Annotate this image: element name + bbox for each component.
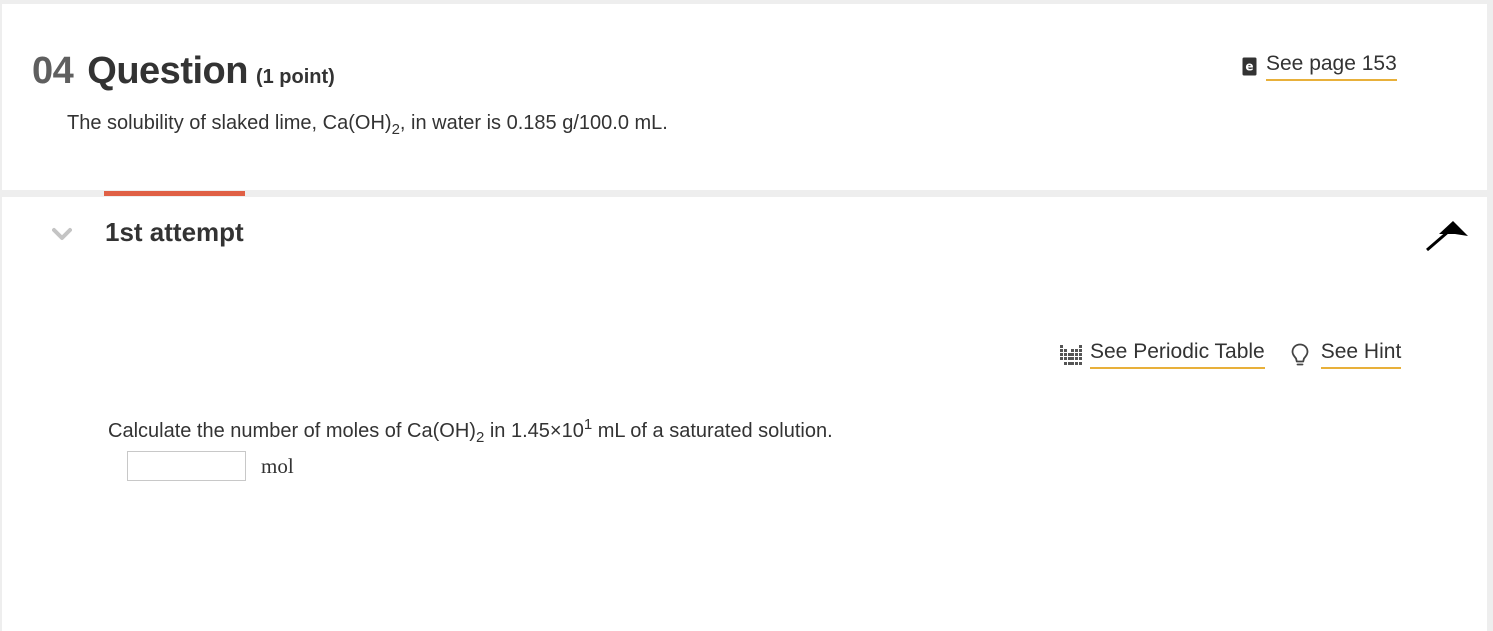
question-points: (1 point) xyxy=(255,66,335,88)
page: 04 Question (1 point) The solubility of sl… xyxy=(0,0,1493,631)
tool-links: See Periodic Table See Hint xyxy=(1060,340,1402,369)
periodic-table-label[interactable]: See Periodic Table xyxy=(1090,340,1265,369)
attempt-card: 1st attempt See Periodic Table See Hint … xyxy=(2,191,1487,631)
svg-text:e: e xyxy=(1245,60,1253,74)
question-header: 04 Question (1 point) xyxy=(32,50,335,93)
chevron-down-icon[interactable] xyxy=(52,227,72,241)
question-card: 04 Question (1 point) The solubility of sl… xyxy=(2,4,1487,190)
see-page-link[interactable]: e See page 153 xyxy=(1242,52,1397,81)
periodic-table-icon xyxy=(1060,344,1082,365)
answer-input[interactable] xyxy=(127,451,246,481)
question-prompt: Calculate the number of moles of Ca(OH)2… xyxy=(108,415,833,447)
periodic-table-link[interactable]: See Periodic Table xyxy=(1060,340,1265,369)
answer-unit: mol xyxy=(261,453,294,478)
see-page-label[interactable]: See page 153 xyxy=(1266,52,1397,81)
question-number: 04 xyxy=(32,50,74,92)
answer-row: mol xyxy=(127,451,294,481)
hint-label[interactable]: See Hint xyxy=(1320,340,1402,369)
hint-link[interactable]: See Hint xyxy=(1291,340,1402,369)
attempt-tab-indicator xyxy=(104,191,245,196)
question-statement: The solubility of slaked lime, Ca(OH)2, … xyxy=(67,112,668,139)
ebook-icon: e xyxy=(1242,57,1257,76)
attempt-label: 1st attempt xyxy=(105,217,244,247)
mouse-cursor-icon xyxy=(1426,221,1468,252)
lightbulb-icon xyxy=(1291,343,1309,365)
question-title: Question xyxy=(87,50,248,92)
